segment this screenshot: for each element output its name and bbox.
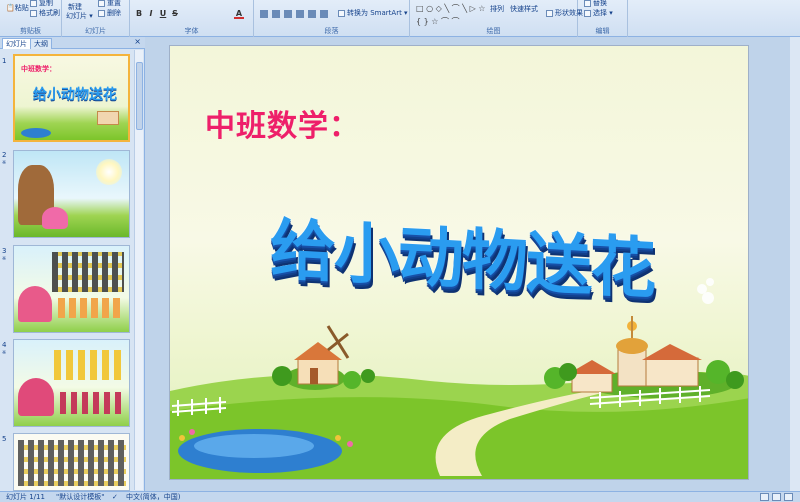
clipboard-group: 📋粘贴 复制 格式刷 剪贴板	[0, 0, 62, 37]
new-slide-button[interactable]: 新建	[68, 3, 82, 12]
arrange-button[interactable]: 排列	[490, 5, 504, 14]
reset-icon	[98, 0, 105, 7]
editing-group-label: 编辑	[595, 27, 610, 35]
new-slide-dropdown[interactable]: 幻灯片 ▾	[66, 12, 93, 21]
select-button[interactable]: 选择 ▾	[584, 9, 613, 18]
delete-slide-button[interactable]: 删除	[98, 9, 121, 18]
slideshow-button[interactable]	[784, 493, 793, 501]
slide-editor: 中班数学： 给小动物送花	[145, 37, 800, 491]
thumb-house	[97, 111, 119, 125]
thumb-subtitle: 中班数学：	[21, 65, 56, 73]
replace-button[interactable]: 替换	[584, 0, 607, 8]
castle	[568, 316, 735, 398]
windmill-house	[285, 325, 350, 390]
thumb-number: 4	[2, 341, 7, 349]
quick-styles-button[interactable]: 快速样式	[510, 5, 538, 14]
slide-thumbnail-5[interactable]	[13, 433, 130, 491]
thumb-animal-grid	[52, 252, 124, 292]
thumb-number: 1	[2, 57, 7, 65]
smartart-icon	[338, 9, 345, 17]
thumb-flowers	[58, 298, 124, 318]
animation-icon: ※	[2, 350, 7, 356]
thumb-flower-cart	[18, 378, 54, 416]
theme-name: "默认设计模板"	[56, 493, 105, 501]
pane-scrollbar[interactable]	[134, 50, 143, 490]
copy-button[interactable]: 复制	[30, 0, 53, 8]
drawing-group-label: 绘图	[486, 27, 501, 35]
paste-button[interactable]: 📋粘贴	[6, 4, 29, 13]
shapes-gallery[interactable]: □ ○ ◇ ╲ ⌒ ╲ ▷ ☆	[416, 3, 485, 14]
slide-thumbnail-3[interactable]	[13, 245, 130, 333]
animation-icon: ※	[2, 256, 7, 262]
thumb-number: 5	[2, 435, 7, 443]
paragraph-group: 转换为 SmartArt ▾ 段落	[254, 0, 410, 37]
font-color-button[interactable]: A	[234, 9, 244, 19]
reset-button[interactable]: 重置	[98, 0, 121, 8]
alignment-buttons[interactable]	[260, 10, 330, 18]
delete-icon	[98, 9, 105, 17]
editor-scrollbar[interactable]	[790, 37, 800, 491]
pane-scroll-thumb[interactable]	[136, 62, 143, 130]
slide-position: 幻灯片 1/11	[6, 493, 45, 501]
slide-thumbnail-2[interactable]	[13, 150, 130, 238]
status-bar: 幻灯片 1/11 "默认设计模板" ✓ 中文(简体，中国)	[0, 491, 800, 502]
thumb-dress	[42, 207, 68, 229]
pane-tabs: 幻灯片 大纲 ×	[0, 37, 145, 49]
thumb-flowers-top	[54, 350, 124, 380]
brush-icon	[30, 9, 37, 17]
thumb-title: 给小动物送花	[33, 87, 117, 103]
italic-button[interactable]: I	[146, 9, 156, 19]
thumb-flower-cart	[18, 286, 52, 322]
spellcheck-icon[interactable]: ✓	[112, 492, 118, 502]
thumb-number: 3	[2, 247, 7, 255]
paste-icon: 📋	[6, 4, 15, 12]
slides-pane: 幻灯片 大纲 × 1 中班数学： 给小动物送花 2 ※ 3 ※ 4 ※ 5	[0, 37, 145, 491]
smoke-puffs	[697, 278, 714, 304]
thumb-number: 2	[2, 151, 7, 159]
thumb-animal-grid	[18, 440, 126, 486]
effects-icon	[546, 9, 553, 17]
tab-slides[interactable]: 幻灯片	[2, 38, 31, 49]
slide-canvas[interactable]: 中班数学： 给小动物送花	[169, 45, 749, 480]
pond-highlight	[194, 434, 314, 458]
drawing-group: □ ○ ◇ ╲ ⌒ ╲ ▷ ☆ { } ☆ ⌒ ⌒ 排列 快速样式 形状效果 绘…	[410, 0, 583, 37]
strikethrough-button[interactable]: S	[170, 9, 180, 19]
ribbon: 📋粘贴 复制 格式刷 剪贴板 新建 幻灯片 ▾ 重置 删除 幻灯片 B I U …	[0, 0, 800, 37]
slide-subtitle[interactable]: 中班数学：	[205, 101, 360, 145]
language: 中文(简体，中国)	[126, 493, 181, 501]
slide-title[interactable]: 给小动物送花	[270, 196, 654, 312]
slides-group: 新建 幻灯片 ▾ 重置 删除 幻灯片	[62, 0, 130, 37]
thumb-sun	[96, 159, 122, 185]
convert-smartart-button[interactable]: 转换为 SmartArt ▾	[338, 9, 408, 18]
thumb-animals	[60, 392, 124, 414]
slide-thumbnail-4[interactable]	[13, 339, 130, 427]
paragraph-group-label: 段落	[324, 27, 339, 35]
replace-icon	[584, 0, 591, 7]
underline-button[interactable]: U	[158, 9, 168, 19]
slides-group-label: 幻灯片	[85, 27, 106, 35]
slide-sorter-button[interactable]	[772, 493, 781, 501]
bold-button[interactable]: B	[134, 9, 144, 19]
copy-icon	[30, 0, 37, 7]
font-group-label: 字体	[184, 27, 199, 35]
normal-view-button[interactable]	[760, 493, 769, 501]
animation-icon: ※	[2, 160, 7, 166]
close-icon[interactable]: ×	[134, 37, 141, 46]
slide-thumbnail-1[interactable]: 中班数学： 给小动物送花	[13, 54, 130, 142]
format-painter-button[interactable]: 格式刷	[30, 9, 60, 18]
clipboard-group-label: 剪贴板	[20, 27, 41, 35]
tab-outline[interactable]: 大纲	[30, 38, 52, 49]
thumb-pond	[21, 128, 51, 138]
editing-group: 替换 选择 ▾ 编辑	[578, 0, 628, 37]
font-group: B I U S A 字体	[130, 0, 254, 37]
select-icon	[584, 9, 591, 17]
